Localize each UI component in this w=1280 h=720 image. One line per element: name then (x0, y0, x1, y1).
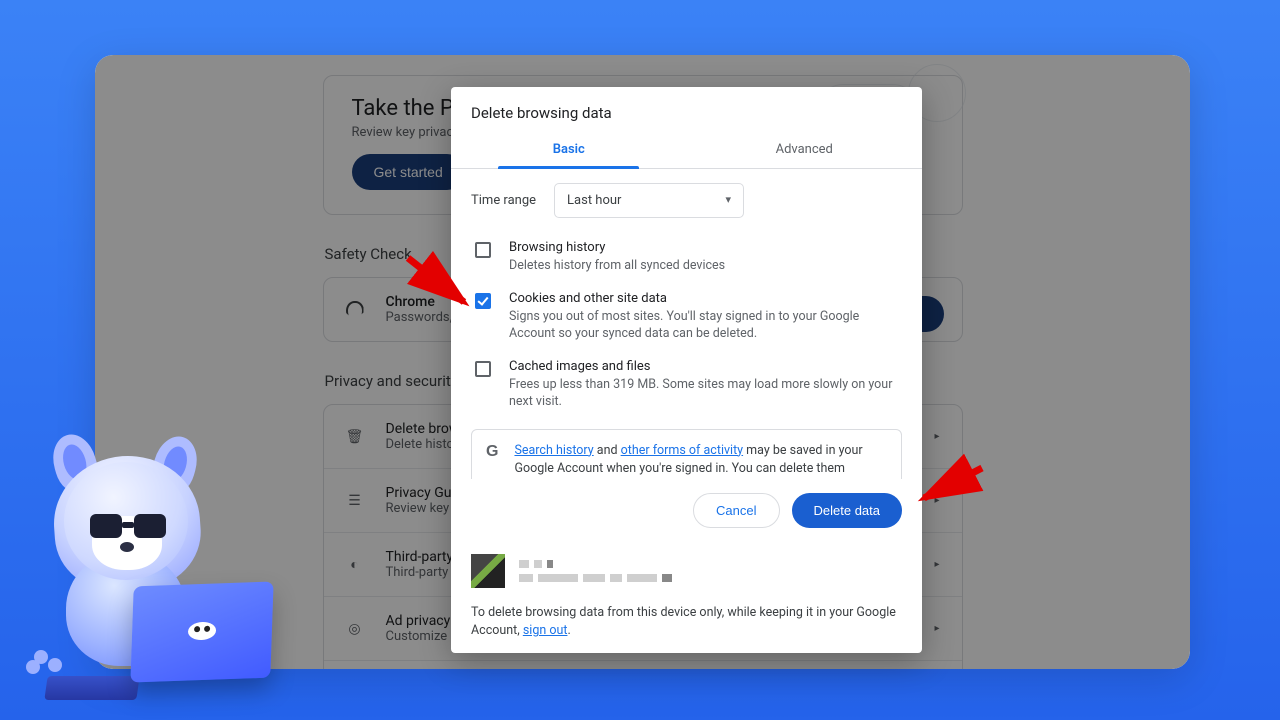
option-title: Cached images and files (509, 359, 902, 374)
cancel-button[interactable]: Cancel (693, 493, 779, 528)
search-history-link[interactable]: Search history (514, 443, 593, 458)
google-account-info: G Search history and other forms of acti… (471, 429, 902, 479)
google-icon: G (486, 444, 498, 460)
option-desc: Deletes history from all synced devices (509, 257, 725, 275)
time-range-select[interactable]: Last hour (554, 183, 744, 218)
delete-browsing-data-dialog: Delete browsing data Basic Advanced Time… (451, 87, 922, 653)
option-title: Browsing history (509, 240, 725, 255)
info-text: Search history and other forms of activi… (514, 442, 887, 479)
signed-in-user-row (471, 548, 902, 598)
time-range-label: Time range (471, 193, 536, 208)
sign-out-link[interactable]: sign out (523, 623, 568, 638)
option-desc: Frees up less than 319 MB. Some sites ma… (509, 376, 902, 411)
avatar (471, 554, 505, 588)
checkbox-cached[interactable] (475, 361, 491, 377)
tab-basic[interactable]: Basic (451, 132, 687, 168)
dialog-actions: Cancel Delete data (451, 479, 922, 544)
option-desc: Signs you out of most sites. You'll stay… (509, 308, 902, 343)
time-range-value: Last hour (567, 193, 621, 208)
other-activity-link[interactable]: other forms of activity (621, 443, 743, 458)
option-browsing-history[interactable]: Browsing history Deletes history from al… (471, 232, 902, 283)
tab-advanced[interactable]: Advanced (687, 132, 923, 168)
signout-hint: To delete browsing data from this device… (471, 598, 902, 642)
dialog-footer: To delete browsing data from this device… (451, 544, 922, 654)
option-title: Cookies and other site data (509, 291, 902, 306)
option-cookies[interactable]: Cookies and other site data Signs you ou… (471, 283, 902, 351)
dialog-tabs: Basic Advanced (451, 132, 922, 169)
panda-mascot (26, 448, 256, 708)
dialog-body-scroll[interactable]: Time range Last hour Browsing history De… (451, 169, 922, 479)
checkbox-browsing-history[interactable] (475, 242, 491, 258)
dialog-title: Delete browsing data (451, 87, 922, 132)
checkbox-cookies[interactable] (475, 293, 491, 309)
option-cached[interactable]: Cached images and files Frees up less th… (471, 351, 902, 419)
delete-data-button[interactable]: Delete data (792, 493, 903, 528)
